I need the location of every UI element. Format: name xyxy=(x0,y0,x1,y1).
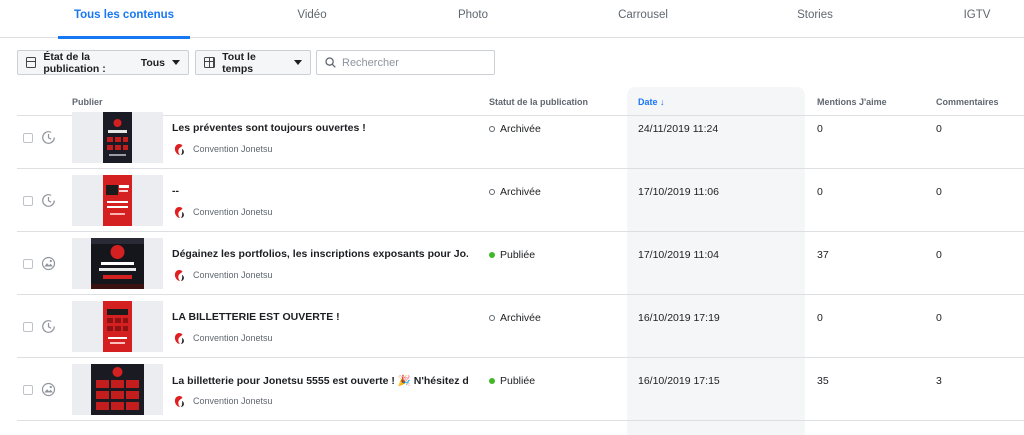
time-range-filter[interactable]: Tout le temps xyxy=(195,50,311,75)
date-cell: 16/10/2019 17:15 xyxy=(638,375,720,387)
row-checkbox[interactable] xyxy=(23,385,33,395)
post-title[interactable]: -- xyxy=(172,185,179,197)
tab-all-content[interactable]: Tous les contenus xyxy=(58,0,190,39)
content-type-tabs: Tous les contenus Vidéo Photo Carrousel … xyxy=(0,0,1024,39)
post-thumbnail[interactable] xyxy=(72,364,163,415)
publication-state-label: État de la publication : xyxy=(43,50,106,75)
page-name: Convention Jonetsu xyxy=(193,207,273,217)
image-icon xyxy=(41,382,56,397)
row-checkbox[interactable] xyxy=(23,133,33,143)
status-text: Publiée xyxy=(500,249,536,261)
comments-cell: 3 xyxy=(936,375,942,387)
post-title[interactable]: Les préventes sont toujours ouvertes ! xyxy=(172,122,366,134)
row-checkbox[interactable] xyxy=(23,259,33,269)
page-logo-icon xyxy=(174,207,184,218)
status-badge: Publiée xyxy=(489,249,535,261)
page-name: Convention Jonetsu xyxy=(193,333,273,343)
status-badge: Archivée xyxy=(489,312,541,324)
status-dot xyxy=(489,315,495,321)
table-row[interactable]: -- Convention Jonetsu Archivée 17/10/201… xyxy=(17,169,1024,232)
status-text: Archivée xyxy=(500,312,541,324)
table-row[interactable]: Dégainez les portfolios, les inscription… xyxy=(17,232,1024,295)
page-logo-icon xyxy=(174,144,184,155)
status-badge: Archivée xyxy=(489,123,541,135)
post-title[interactable]: La billetterie pour Jonetsu 5555 est ouv… xyxy=(172,374,468,387)
status-badge: Archivée xyxy=(489,186,541,198)
status-text: Publiée xyxy=(500,375,536,387)
page-name: Convention Jonetsu xyxy=(193,144,273,154)
tab-carousel[interactable]: Carrousel xyxy=(601,0,685,38)
clock-icon xyxy=(42,194,55,207)
status-text: Archivée xyxy=(500,123,541,135)
likes-cell: 0 xyxy=(817,186,823,198)
post-thumbnail[interactable] xyxy=(72,238,163,289)
publication-state-value: Tous xyxy=(140,56,165,69)
tab-photo[interactable]: Photo xyxy=(437,0,509,38)
row-checkbox[interactable] xyxy=(23,196,33,206)
calendar-grid-icon xyxy=(204,57,216,68)
table-row[interactable]: Les préventes sont toujours ouvertes ! C… xyxy=(17,106,1024,169)
post-thumbnail[interactable] xyxy=(72,175,163,226)
tab-stories[interactable]: Stories xyxy=(779,0,851,38)
clock-icon xyxy=(42,131,55,144)
post-thumbnail[interactable] xyxy=(72,301,163,352)
status-badge: Publiée xyxy=(489,375,535,387)
tab-video[interactable]: Vidéo xyxy=(276,0,348,38)
page-name: Convention Jonetsu xyxy=(193,396,273,406)
date-cell: 17/10/2019 11:04 xyxy=(638,249,719,261)
likes-cell: 0 xyxy=(817,123,823,135)
post-title[interactable]: Dégainez les portfolios, les inscription… xyxy=(172,248,468,260)
comments-cell: 0 xyxy=(936,249,942,261)
publication-icon xyxy=(26,57,37,68)
page-name: Convention Jonetsu xyxy=(193,270,273,280)
time-range-label: Tout le temps xyxy=(222,50,256,75)
comments-cell: 0 xyxy=(936,312,942,324)
likes-cell: 0 xyxy=(817,312,823,324)
comments-cell: 0 xyxy=(936,186,942,198)
publication-state-filter[interactable]: État de la publication : Tous xyxy=(17,50,189,75)
tab-igtv[interactable]: IGTV xyxy=(941,0,1013,38)
page-logo-icon xyxy=(174,270,184,281)
search-box[interactable] xyxy=(316,50,495,75)
search-icon xyxy=(325,57,336,68)
post-title[interactable]: LA BILLETTERIE EST OUVERTE ! xyxy=(172,311,340,323)
status-dot xyxy=(489,189,495,195)
table-row[interactable]: La billetterie pour Jonetsu 5555 est ouv… xyxy=(17,358,1024,421)
clock-icon xyxy=(42,320,55,333)
caret-down-icon xyxy=(294,60,302,65)
caret-down-icon xyxy=(172,60,180,65)
status-text: Archivée xyxy=(500,186,541,198)
likes-cell: 37 xyxy=(817,249,829,261)
date-cell: 24/11/2019 11:24 xyxy=(638,123,719,135)
table-row[interactable]: LA BILLETTERIE EST OUVERTE ! Convention … xyxy=(17,295,1024,358)
row-checkbox[interactable] xyxy=(23,322,33,332)
likes-cell: 35 xyxy=(817,375,829,387)
status-dot xyxy=(489,252,495,258)
date-cell: 16/10/2019 17:19 xyxy=(638,312,720,324)
page-logo-icon xyxy=(174,333,184,344)
page-logo-icon xyxy=(174,396,184,407)
post-thumbnail[interactable] xyxy=(72,112,163,163)
comments-cell: 0 xyxy=(936,123,942,135)
status-dot xyxy=(489,378,495,384)
search-input[interactable] xyxy=(342,56,482,69)
status-dot xyxy=(489,126,495,132)
date-cell: 17/10/2019 11:06 xyxy=(638,186,719,198)
image-icon xyxy=(41,256,56,271)
